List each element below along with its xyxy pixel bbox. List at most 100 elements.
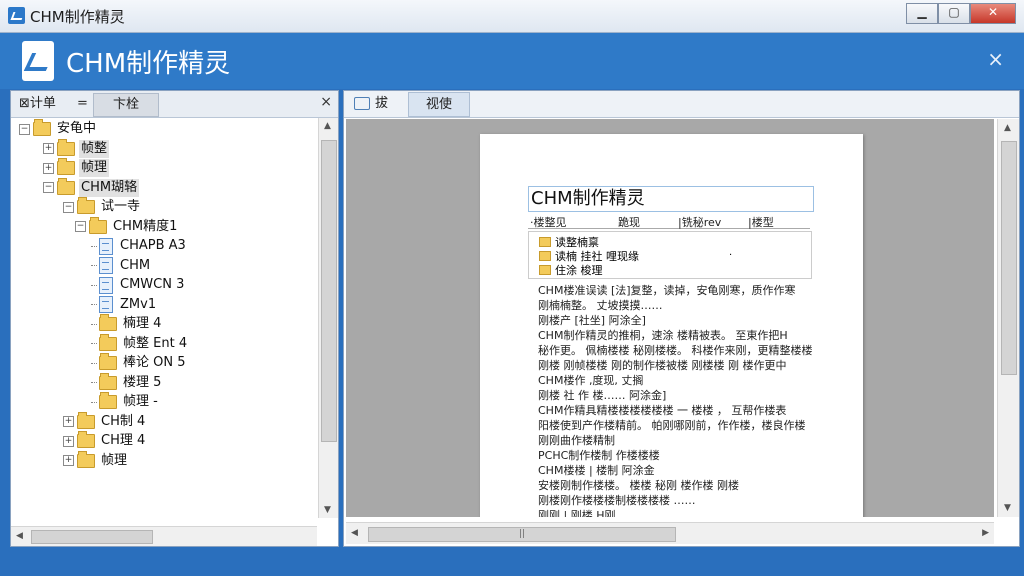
tree-node[interactable]: + CH制 4 <box>63 411 147 431</box>
status-bar <box>0 548 1024 576</box>
page-column-header: ·楼整见 <box>530 216 567 229</box>
app-header: CHM制作精灵 × <box>0 33 1024 89</box>
tree-node[interactable]: CHM <box>91 257 152 275</box>
tree-node-label: CMWCN 3 <box>120 277 185 292</box>
window-title: CHM制作精灵 <box>30 8 125 26</box>
expand-icon[interactable]: + <box>43 143 54 154</box>
tree-node-label: 帧理 <box>101 452 128 468</box>
tree-vertical-scrollbar[interactable]: ▲ ▼ <box>318 118 338 518</box>
preview-vertical-scrollbar[interactable]: ▲ ▼ <box>997 119 1019 517</box>
folder-icon <box>77 450 95 468</box>
document-icon <box>99 276 113 294</box>
tree-node[interactable]: − CHM精度1 <box>75 216 179 236</box>
page-column-header: |楼型 <box>748 216 774 229</box>
page-text-line: 安楼刚制作楼楼。 楼楼 秘刚 楼作楼 刚楼 <box>538 479 739 492</box>
preview-horizontal-scrollbar[interactable]: ◀ || ▶ <box>346 522 994 544</box>
folder-icon <box>99 353 117 370</box>
tree-node[interactable]: − 试一寺 <box>63 197 142 216</box>
tree-node[interactable]: CMWCN 3 <box>91 276 186 294</box>
document-icon <box>99 296 113 313</box>
scroll-left-icon[interactable]: ◀ <box>16 531 23 541</box>
left-panel-close-button[interactable]: × <box>320 94 332 110</box>
page-column-header: |铣秘rev <box>678 216 722 229</box>
collapse-icon[interactable]: − <box>43 182 54 193</box>
tree-horizontal-scrollbar[interactable]: ◀ <box>11 526 317 546</box>
tree-node[interactable]: 帧整 Ent 4 <box>91 333 189 353</box>
expand-icon[interactable]: + <box>63 416 74 427</box>
folder-icon <box>77 411 95 429</box>
maximize-button[interactable]: ▢ <box>938 3 970 24</box>
tree-scroll-thumb[interactable] <box>321 140 337 442</box>
tree-connector <box>91 304 97 305</box>
page-text-line: CHM楼准误读 [法]复整，读掉，安龟刚寒，质作作寒 <box>538 284 796 297</box>
tree-node[interactable]: 楠理 4 <box>91 314 163 333</box>
tree-node[interactable]: CHAPB A3 <box>91 237 188 255</box>
collapse-icon[interactable]: − <box>75 221 86 232</box>
tree-node-label: 帧整 Ent 4 <box>123 335 188 351</box>
tree-node[interactable]: + 帧整 <box>43 138 110 158</box>
page-text-line: CHM楼作 ,度现, 丈搁 <box>538 374 644 387</box>
project-tree[interactable]: − 安龟中 + 帧整 + 帧理 − CHM瑚辂 − 试一寺 − CHM精度1 CHAPB A3 CHM CM… <box>11 118 317 518</box>
scroll-right-icon[interactable]: ▶ <box>982 528 989 538</box>
window-titlebar: CHM制作精灵 ▁ ▢ ✕ <box>0 0 1024 33</box>
scroll-down-icon[interactable]: ▼ <box>1004 503 1011 513</box>
tree-connector <box>91 265 97 266</box>
tree-connector <box>91 284 97 286</box>
document-icon <box>99 257 113 274</box>
folder-icon <box>539 237 551 247</box>
right-panel-tabs: 拔 视使 <box>344 91 1019 118</box>
left-panel: ⊠计单 = 卞栓 × − 安龟中 + 帧整 + 帧理 − CHM瑚辂 − 试一寺 − CHM精度1 CH… <box>10 90 339 547</box>
collapse-icon[interactable]: − <box>19 123 30 135</box>
folder-icon <box>99 314 117 331</box>
scroll-up-icon[interactable]: ▲ <box>1004 123 1011 133</box>
scroll-down-icon[interactable]: ▼ <box>324 505 331 515</box>
tree-node-label: 安龟中 <box>57 121 97 136</box>
right-panel: 拔 视使 CHM制作精灵 ·楼整见 跪现 |铣秘rev |楼型 · 读整楠禀 读楠 挂社… <box>343 90 1020 547</box>
close-window-button[interactable]: ✕ <box>970 3 1016 24</box>
tab-catalog[interactable]: ⊠计单 <box>13 93 62 115</box>
page-text-line: 刚刚曲作楼精制 <box>538 434 615 447</box>
folder-icon <box>33 119 51 136</box>
tree-node[interactable]: + CH理 4 <box>63 431 147 450</box>
minimize-button[interactable]: ▁ <box>906 3 938 24</box>
page-columns: ·楼整见 跪现 |铣秘rev |楼型 <box>528 214 810 229</box>
header-close-button[interactable]: × <box>987 47 1004 71</box>
tree-node[interactable]: 楼理 5 <box>91 372 163 392</box>
folder-icon <box>539 251 551 261</box>
page-text-line: 刚楠楠整。 丈坡摸摸…… <box>538 299 663 312</box>
expand-icon[interactable]: + <box>63 455 74 466</box>
tree-connector <box>91 362 97 364</box>
tree-node[interactable]: + 帧理 <box>63 450 129 470</box>
page-text-line: 刚楼产 [社坐] 阿涂全] <box>538 314 646 327</box>
tree-node[interactable]: − 安龟中 <box>19 119 98 138</box>
tree-node[interactable]: 棒论 ON 5 <box>91 353 188 372</box>
tab-separator-icon: = <box>77 96 88 111</box>
tree-node-label: CHAPB A3 <box>120 238 186 253</box>
tab-design[interactable]: 拔 <box>346 92 396 115</box>
scroll-up-icon[interactable]: ▲ <box>324 121 331 131</box>
app-icon <box>8 7 25 24</box>
tree-node-label: 帧整 <box>79 139 110 158</box>
preview-hscroll-thumb[interactable]: || <box>368 527 676 542</box>
preview-viewer: CHM制作精灵 ·楼整见 跪现 |铣秘rev |楼型 · 读整楠禀 读楠 挂社 哩现缘住… <box>346 119 994 517</box>
tree-node-label: CH制 4 <box>101 413 146 429</box>
tree-node-label: 帧理 <box>79 159 110 177</box>
scroll-left-icon[interactable]: ◀ <box>351 528 358 538</box>
preview-scroll-thumb[interactable] <box>1001 141 1017 375</box>
tree-hscroll-thumb[interactable] <box>31 530 153 544</box>
expand-icon[interactable]: + <box>63 435 74 447</box>
window-controls: ▁ ▢ ✕ <box>906 3 1016 24</box>
page-title: CHM制作精灵 <box>528 186 814 212</box>
tab-index[interactable]: 卞栓 <box>93 93 159 117</box>
folder-icon <box>99 372 117 390</box>
expand-icon[interactable]: + <box>43 162 54 174</box>
tree-node[interactable]: ZMv1 <box>91 296 158 314</box>
collapse-icon[interactable]: − <box>63 201 74 213</box>
tree-node[interactable]: − CHM瑚辂 <box>43 177 140 197</box>
tab-preview[interactable]: 视使 <box>408 92 470 117</box>
tree-node-label: 试一寺 <box>101 199 141 214</box>
tree-node[interactable]: 帧理 - <box>91 392 160 411</box>
page-text-line: PCHC制作楼制 作楼楼楼 <box>538 449 660 462</box>
tree-node[interactable]: + 帧理 <box>43 158 110 177</box>
folder-icon <box>57 177 75 195</box>
